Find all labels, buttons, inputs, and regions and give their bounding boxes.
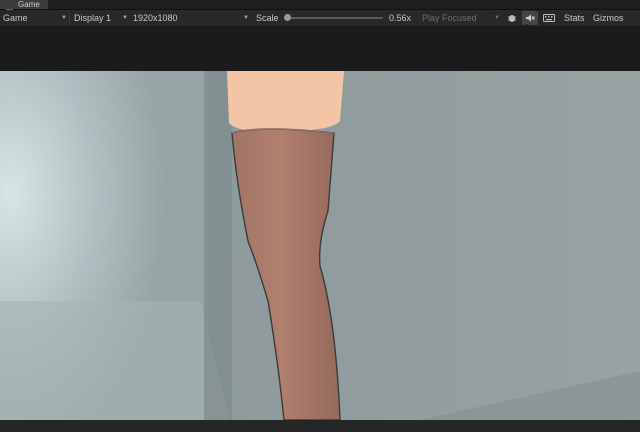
play-mode-label: Play Focused [422,13,477,23]
scale-slider-track[interactable] [287,17,383,19]
bug-icon [508,15,516,22]
game-toolbar: Game ▼ Display 1 ▼ 1920x1080 ▼ Scale 0.5… [0,10,640,26]
thigh-skin [227,71,344,131]
resolution-dropdown[interactable]: 1920x1080 ▼ [133,10,249,26]
resolution-label: 1920x1080 [133,13,178,23]
tab-label: Game [18,0,40,9]
audio-mute-icon [526,14,535,22]
tab-game[interactable]: Game [0,0,48,14]
stats-button[interactable]: Stats [564,10,585,26]
play-mode-dropdown[interactable]: Play Focused ▼ [422,10,500,26]
view-mode-dropdown[interactable]: Game ▼ [3,10,67,26]
chevron-down-icon: ▼ [243,15,249,21]
bottom-bar [0,420,640,432]
gamepad-icon [4,2,15,14]
bug-button[interactable] [504,11,520,25]
scale-value: 0.56x [389,13,412,23]
keyboard-icon [543,14,555,22]
divider [69,13,70,23]
view-mode-label: Game [3,13,28,23]
game-view-window: Game Game ▼ Display 1 ▼ 1920x1080 ▼ Scal… [0,0,640,432]
chevron-down-icon: ▼ [122,15,128,21]
floor-reflection [0,301,230,420]
display-dropdown[interactable]: Display 1 ▼ [74,10,128,26]
scale-label: Scale [256,13,279,23]
shortcuts-button[interactable] [541,11,557,25]
tab-strip: Game [0,0,640,14]
game-viewport[interactable] [0,71,640,420]
gizmos-button[interactable]: Gizmos [593,10,624,26]
wall-corner-shadow [204,71,232,420]
display-label: Display 1 [74,13,112,23]
game-scene [0,71,640,420]
scale-slider-handle[interactable] [284,14,291,21]
mute-audio-button[interactable] [522,11,538,25]
chevron-down-icon: ▼ [61,15,67,21]
chevron-down-icon: ▼ [494,15,500,21]
